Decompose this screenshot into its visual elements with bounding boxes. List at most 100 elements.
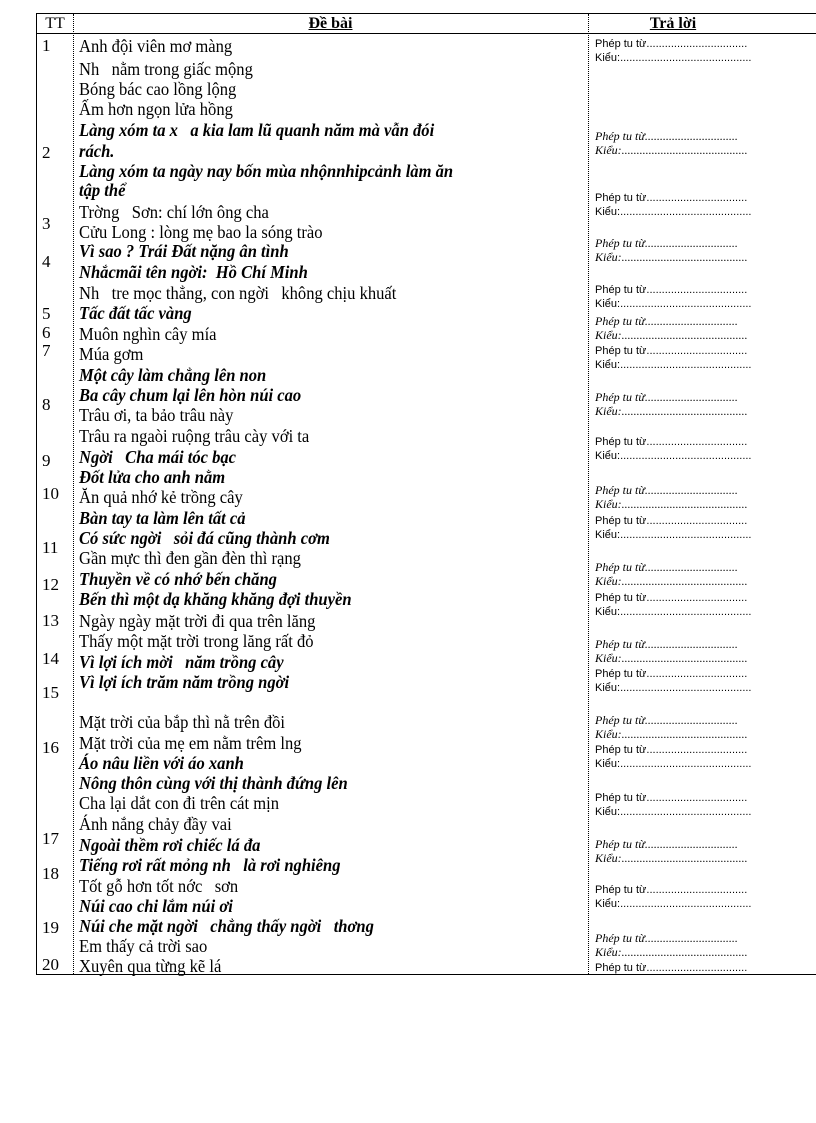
- row-number: 2: [42, 143, 51, 162]
- answer-type-field[interactable]: Kiểu:...................................…: [595, 450, 752, 462]
- answer-type-field[interactable]: Kiểu:...................................…: [595, 359, 752, 371]
- question-line: Nông thôn cùng với thị thành đứng lên: [79, 773, 348, 793]
- question-line: Trâu ra ngaòi ruộng trâu cày với ta: [79, 426, 310, 446]
- row-number: 16: [42, 738, 59, 757]
- answer-type-field[interactable]: Kiểu:...................................…: [595, 898, 752, 910]
- answer-figure-field[interactable]: Phép tu từ..............................…: [595, 284, 747, 296]
- question-line: Cửu Long : lòng mẹ bao la sóng trào: [79, 222, 323, 242]
- answer-figure-field[interactable]: Phép tu từ..............................…: [595, 436, 747, 448]
- answer-type-field[interactable]: Kiểu:...................................…: [595, 682, 752, 694]
- question-line: Gần mực thì đen gần đèn thì rạng: [79, 548, 301, 568]
- question-line: Bến thì một dạ khăng khăng đợi thuyền: [79, 589, 352, 609]
- answer-type-field[interactable]: Kiểu:...................................…: [595, 606, 752, 618]
- answer-type-field[interactable]: Kiểu:...................................…: [595, 498, 748, 510]
- answer-figure-field[interactable]: Phép tu từ..............................…: [595, 192, 747, 204]
- answer-type-field[interactable]: Kiểu:...................................…: [595, 758, 752, 770]
- question-line: Mặt trời của mẹ em nằm trêm lng: [79, 733, 302, 753]
- question-line: Nh nằm trong giấc mộng: [79, 59, 253, 79]
- answer-type-field[interactable]: Kiểu:...................................…: [595, 652, 748, 664]
- question-line: Nhắcmãi tên ngời: Hồ Chí Minh: [79, 262, 308, 282]
- question-line: tập thể: [79, 180, 126, 200]
- row-number: 8: [42, 395, 51, 414]
- question-line: rách.: [79, 141, 115, 161]
- answer-figure-field[interactable]: Phép tu từ..............................…: [595, 484, 738, 496]
- answer-figure-field[interactable]: Phép tu từ..............................…: [595, 638, 738, 650]
- question-line: Vì lợi ích mời năm trồng cây: [79, 652, 284, 672]
- answer-type-field[interactable]: Kiểu:...................................…: [595, 52, 752, 64]
- row-number: 1: [42, 36, 51, 55]
- answer-type-field[interactable]: Kiểu:...................................…: [595, 329, 748, 341]
- answer-figure-field[interactable]: Phép tu từ..............................…: [595, 38, 747, 50]
- question-line: Ánh nắng chảy đầy vai: [79, 814, 232, 834]
- question-line: Ấm hơn ngọn lửa hồng: [79, 99, 233, 119]
- row-number: 19: [42, 918, 59, 937]
- question-line: Mặt trời của bắp thì nằ trên đồi: [79, 712, 286, 732]
- exercise-table: TT Đề bài Trả lời Anh đội viên mơ màng Nh…: [36, 13, 816, 976]
- row-number: 3: [42, 214, 51, 233]
- row-number: 14: [42, 649, 59, 668]
- answer-type-field[interactable]: Kiểu:...................................…: [595, 806, 752, 818]
- answer-type-field[interactable]: Kiểu:...................................…: [595, 852, 748, 864]
- answer-figure-field[interactable]: Phép tu từ..............................…: [595, 130, 738, 142]
- header-question: Đề bài: [308, 15, 353, 32]
- answer-figure-field[interactable]: Phép tu từ..............................…: [595, 714, 738, 726]
- answer-type-field[interactable]: Kiểu:...................................…: [595, 206, 752, 218]
- question-line: Bóng bác cao lồng lộng: [79, 79, 237, 99]
- answer-type-field[interactable]: Kiểu:...................................…: [595, 575, 748, 587]
- question-line: Có sức ngời sỏi đá cũng thành cơm: [79, 528, 330, 548]
- question-line: Nh tre mọc thẳng, con ngời không chịu kh…: [79, 283, 397, 303]
- question-line: Ngày ngày mặt trời đi qua trên lăng: [79, 611, 316, 631]
- question-line: Ngoài thềm rơi chiếc lá đa: [79, 835, 261, 855]
- answer-figure-field[interactable]: Phép tu từ..............................…: [595, 668, 747, 680]
- row-number: 7: [42, 341, 51, 360]
- answer-figure-field[interactable]: Phép tu từ..............................…: [595, 561, 738, 573]
- question-line: Làng xóm ta ngày nay bốn mùa nhộnnhipcản…: [79, 161, 454, 181]
- answer-figure-field[interactable]: Phép tu từ..............................…: [595, 884, 747, 896]
- answer-type-field[interactable]: Kiểu:...................................…: [595, 529, 752, 541]
- header-tt: TT: [45, 15, 65, 32]
- question-line: Núi che mặt ngời chẳng thấy ngời thơng: [79, 916, 374, 936]
- row-number: 18: [42, 864, 59, 883]
- answer-figure-field[interactable]: Phép tu từ..............................…: [595, 932, 738, 944]
- row-number: 10: [42, 484, 59, 503]
- answer-figure-field[interactable]: Phép tu từ..............................…: [595, 962, 747, 974]
- question-line: Làng xóm ta x a kia lam lũ quanh năm mà …: [79, 120, 435, 140]
- answer-figure-field[interactable]: Phép tu từ..............................…: [595, 515, 747, 527]
- question-line: Một cây làm chẳng lên non: [79, 365, 267, 385]
- answer-figure-field[interactable]: Phép tu từ..............................…: [595, 744, 747, 756]
- answer-figure-field[interactable]: Phép tu từ..............................…: [595, 391, 738, 403]
- question-line: Vì lợi ích trăm năm trồng ngời: [79, 672, 290, 692]
- answer-type-field[interactable]: Kiểu:...................................…: [595, 728, 748, 740]
- question-line: Núi cao chi lắm núi ơi: [79, 896, 233, 916]
- row-number: 12: [42, 575, 59, 594]
- answer-type-field[interactable]: Kiểu:...................................…: [595, 144, 748, 156]
- header-divider: [37, 33, 816, 34]
- question-line: Tiếng rơi rất mỏng nh là rơi nghiêng: [79, 855, 341, 875]
- row-number: 20: [42, 955, 59, 974]
- header-answer: Trả lời: [649, 15, 697, 32]
- row-number: 9: [42, 451, 51, 470]
- answer-type-field[interactable]: Kiểu:...................................…: [595, 251, 748, 263]
- question-line: Ba cây chum lại lên hòn núi cao: [79, 385, 302, 405]
- answer-figure-field[interactable]: Phép tu từ..............................…: [595, 592, 747, 604]
- row-number: 15: [42, 683, 59, 702]
- answer-type-field[interactable]: Kiểu:...................................…: [595, 946, 748, 958]
- question-line: Đốt lửa cho anh nằm: [79, 467, 226, 487]
- answer-figure-field[interactable]: Phép tu từ..............................…: [595, 315, 738, 327]
- question-line: Em thấy cả trời sao: [79, 936, 208, 956]
- question-line: Xuyên qua từng kẽ lá: [79, 956, 222, 976]
- answer-figure-field[interactable]: Phép tu từ..............................…: [595, 838, 738, 850]
- row-number: 11: [42, 538, 59, 557]
- question-line: Trờng Sơn: chí lớn ông cha: [79, 202, 269, 222]
- answer-figure-field[interactable]: Phép tu từ..............................…: [595, 237, 738, 249]
- answer-figure-field[interactable]: Phép tu từ..............................…: [595, 792, 747, 804]
- answer-type-field[interactable]: Kiểu:...................................…: [595, 298, 752, 310]
- answer-figure-field[interactable]: Phép tu từ..............................…: [595, 345, 747, 357]
- column-divider: [588, 14, 589, 974]
- row-number: 6: [42, 323, 51, 342]
- question-line: Tấc đất tấc vàng: [79, 303, 192, 323]
- question-line: Ngời Cha mái tóc bạc: [79, 447, 237, 467]
- question-line: Trâu ơi, ta bảo trâu này: [79, 405, 234, 425]
- answer-type-field[interactable]: Kiểu:...................................…: [595, 405, 748, 417]
- row-number: 17: [42, 829, 59, 848]
